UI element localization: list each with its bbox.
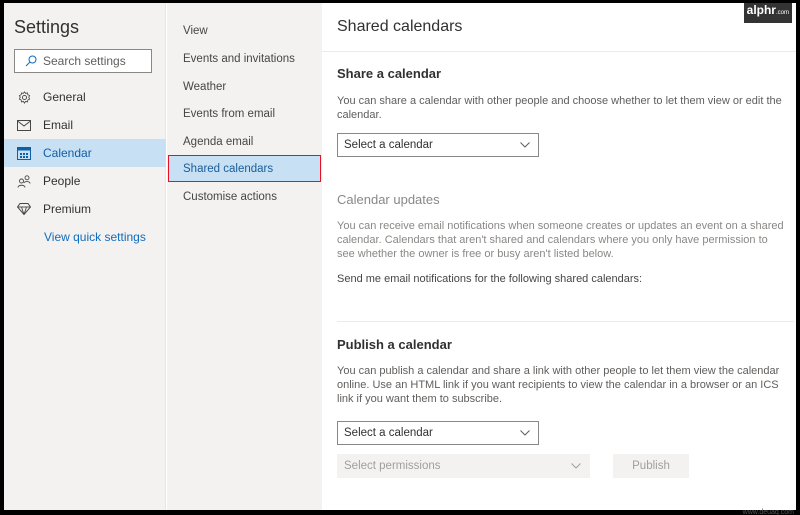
publish-button[interactable]: Publish — [613, 454, 689, 478]
calendar-settings-nav: View Events and invitations Weather Even… — [167, 3, 322, 510]
settings-window: Settings General Email Calendar People — [4, 3, 796, 510]
select-value: Select a calendar — [344, 427, 433, 439]
settings-title: Settings — [14, 17, 80, 37]
main-content: Shared calendars Share a calendar You ca… — [322, 3, 796, 510]
section-divider — [337, 321, 794, 322]
subnav-item-shared-calendars[interactable]: Shared calendars — [168, 155, 321, 182]
envelope-icon — [17, 118, 31, 132]
settings-nav: General Email Calendar People Premium — [4, 83, 166, 223]
site-watermark: www.deuaq.com — [742, 509, 794, 515]
header-divider — [322, 51, 796, 52]
publish-calendar-select[interactable]: Select a calendar — [337, 421, 539, 445]
alphr-watermark: alphr .com — [743, 3, 792, 23]
settings-sidebar: Settings General Email Calendar People — [4, 3, 166, 510]
diamond-icon — [17, 202, 31, 216]
calendar-updates-heading: Calendar updates — [337, 192, 440, 207]
subnav-item-agenda-email[interactable]: Agenda email — [168, 128, 321, 155]
publish-calendar-description: You can publish a calendar and share a l… — [337, 365, 780, 405]
subnav-item-events-and-invitations[interactable]: Events and invitations — [168, 45, 321, 72]
subnav-item-weather[interactable]: Weather — [168, 73, 321, 100]
sidebar-item-label: General — [43, 90, 86, 104]
sidebar-item-people[interactable]: People — [4, 167, 166, 195]
chevron-down-icon — [571, 463, 581, 469]
sidebar-item-label: Premium — [43, 202, 92, 216]
sidebar-item-general[interactable]: General — [4, 83, 166, 111]
calendar-updates-notify-label: Send me email notifications for the foll… — [337, 273, 643, 285]
sidebar-item-label: Calendar — [43, 146, 92, 160]
publish-calendar-heading: Publish a calendar — [337, 337, 452, 352]
people-icon — [17, 174, 31, 188]
subnav-item-view[interactable]: View — [168, 17, 321, 44]
sidebar-item-email[interactable]: Email — [4, 111, 166, 139]
select-value: Select a calendar — [344, 139, 433, 151]
chevron-down-icon — [520, 430, 530, 436]
share-calendar-heading: Share a calendar — [337, 66, 442, 81]
page-title: Shared calendars — [337, 18, 463, 35]
search-icon — [25, 55, 37, 67]
sidebar-item-label: People — [43, 174, 81, 188]
calendar-updates-description: You can receive email notifications when… — [337, 220, 784, 260]
sidebar-item-label: Email — [43, 118, 74, 132]
search-box[interactable] — [14, 49, 152, 73]
subnav-item-events-from-email[interactable]: Events from email — [168, 100, 321, 127]
gear-icon — [17, 90, 31, 104]
view-quick-settings-link[interactable]: View quick settings — [44, 230, 146, 244]
calendar-icon — [17, 146, 31, 160]
chevron-down-icon — [520, 142, 530, 148]
watermark-text: alphr — [746, 3, 776, 17]
search-settings-input[interactable] — [43, 54, 143, 68]
publish-permissions-select[interactable]: Select permissions — [337, 454, 590, 478]
select-value: Select permissions — [344, 460, 441, 472]
share-calendar-description: You can share a calendar with other peop… — [337, 95, 782, 121]
sidebar-item-calendar[interactable]: Calendar — [4, 139, 166, 167]
watermark-suffix: .com — [775, 10, 789, 16]
subnav-item-customise-actions[interactable]: Customise actions — [168, 183, 321, 210]
sidebar-item-premium[interactable]: Premium — [4, 195, 166, 223]
share-calendar-select[interactable]: Select a calendar — [337, 133, 539, 157]
